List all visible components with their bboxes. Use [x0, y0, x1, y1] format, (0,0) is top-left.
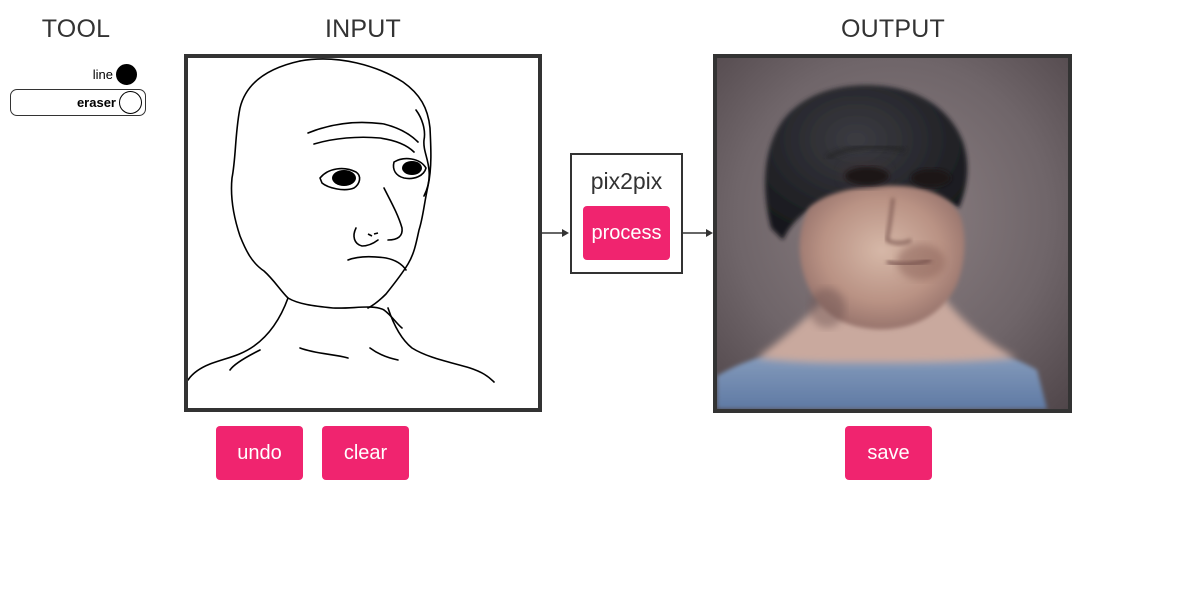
tool-option-line[interactable]: line: [10, 61, 140, 88]
arrow-right-icon: [541, 229, 569, 237]
undo-button[interactable]: undo: [216, 426, 303, 480]
input-drawing-canvas[interactable]: [184, 54, 542, 412]
process-box: pix2pix process: [570, 153, 683, 274]
line-drawing-sketch: [188, 58, 495, 383]
tool-label-eraser: eraser: [76, 95, 116, 110]
model-name: pix2pix: [590, 168, 663, 194]
empty-circle-icon: [119, 91, 142, 114]
input-heading: INPUT: [325, 15, 401, 43]
filled-circle-icon: [116, 64, 137, 85]
tool-label-line: line: [92, 67, 113, 82]
clear-button[interactable]: clear: [322, 426, 409, 480]
arrow-right-icon: [683, 229, 713, 237]
save-button[interactable]: save: [845, 426, 932, 480]
output-heading: OUTPUT: [841, 15, 945, 43]
output-image: [713, 54, 1072, 413]
pix2pix-app: TOOL line eraser INPUT OUTPUT pix2pix pr…: [0, 0, 1200, 600]
tool-option-eraser[interactable]: eraser: [10, 89, 146, 116]
process-button[interactable]: process: [583, 206, 670, 260]
generated-portrait: [717, 58, 1068, 409]
tool-heading: TOOL: [41, 15, 111, 43]
